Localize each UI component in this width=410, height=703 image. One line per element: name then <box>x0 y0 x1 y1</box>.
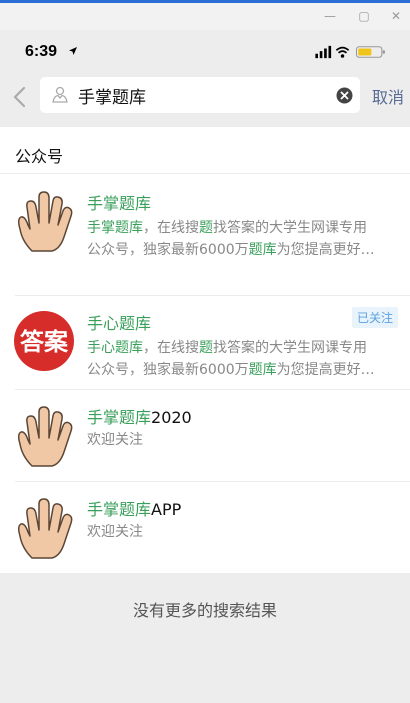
no-more-results-text: 没有更多的搜索结果 <box>132 601 277 620</box>
account-description-line2: 公众号，独家最新6000万题库为您提高更好… <box>87 242 375 258</box>
hand-icon <box>17 191 73 252</box>
status-icons <box>315 45 385 59</box>
results-panel: 公众号 手掌题库 手掌题库，在线搜题找答案的大学生网课专用 公众号，独家最新60… <box>0 127 410 573</box>
status-time: 6:39 <box>25 43 58 60</box>
clear-search-icon[interactable] <box>336 87 353 104</box>
account-name: 手掌题库2020 <box>87 408 192 427</box>
search-row: 取消 <box>0 74 410 127</box>
maximize-icon[interactable]: ▢ <box>356 8 372 24</box>
account-description: 欢迎关注 <box>87 432 143 448</box>
signal-icon <box>315 45 332 59</box>
account-name: 手心题库 <box>87 314 152 333</box>
hand-icon <box>17 498 73 559</box>
hand-icon <box>17 406 73 467</box>
cancel-button[interactable]: 取消 <box>372 84 404 108</box>
account-search-icon <box>52 86 68 103</box>
account-description-line1: 手掌题库，在线搜题找答案的大学生网课专用 <box>87 220 367 236</box>
result-item[interactable]: 手掌题库 手掌题库，在线搜题找答案的大学生网课专用 公众号，独家最新6000万题… <box>0 174 410 328</box>
search-box[interactable] <box>40 77 360 113</box>
avatar-text: 答案 <box>20 328 69 356</box>
result-item[interactable]: 手掌题库APP 欢迎关注 <box>0 482 410 573</box>
result-item[interactable]: 手掌题库2020 欢迎关注 <box>0 390 410 482</box>
account-name: 手掌题库 <box>87 194 152 213</box>
account-description-line1: 手心题库，在线搜题找答案的大学生网课专用 <box>87 340 367 356</box>
search-input[interactable] <box>78 83 328 107</box>
answer-logo-icon: 答案 <box>14 311 74 371</box>
minimize-icon[interactable]: — <box>322 8 338 24</box>
section-title-official-accounts: 公众号 <box>15 147 64 166</box>
location-arrow-icon <box>69 47 77 55</box>
wifi-icon <box>335 46 350 58</box>
result-item[interactable]: 答案 手心题库 手心题库，在线搜题找答案的大学生网课专用 公众号，独家最新600… <box>0 296 410 390</box>
back-chevron-icon[interactable] <box>10 84 30 110</box>
account-description-line2: 公众号，独家最新6000万题库为您提高更好… <box>87 362 375 378</box>
account-description: 欢迎关注 <box>87 524 143 540</box>
window-title-bar: — ▢ ✕ <box>0 0 410 30</box>
status-bar: 6:39 <box>0 30 410 74</box>
account-name: 手掌题库APP <box>87 500 182 519</box>
battery-icon <box>355 46 385 58</box>
close-window-icon[interactable]: ✕ <box>388 8 404 24</box>
